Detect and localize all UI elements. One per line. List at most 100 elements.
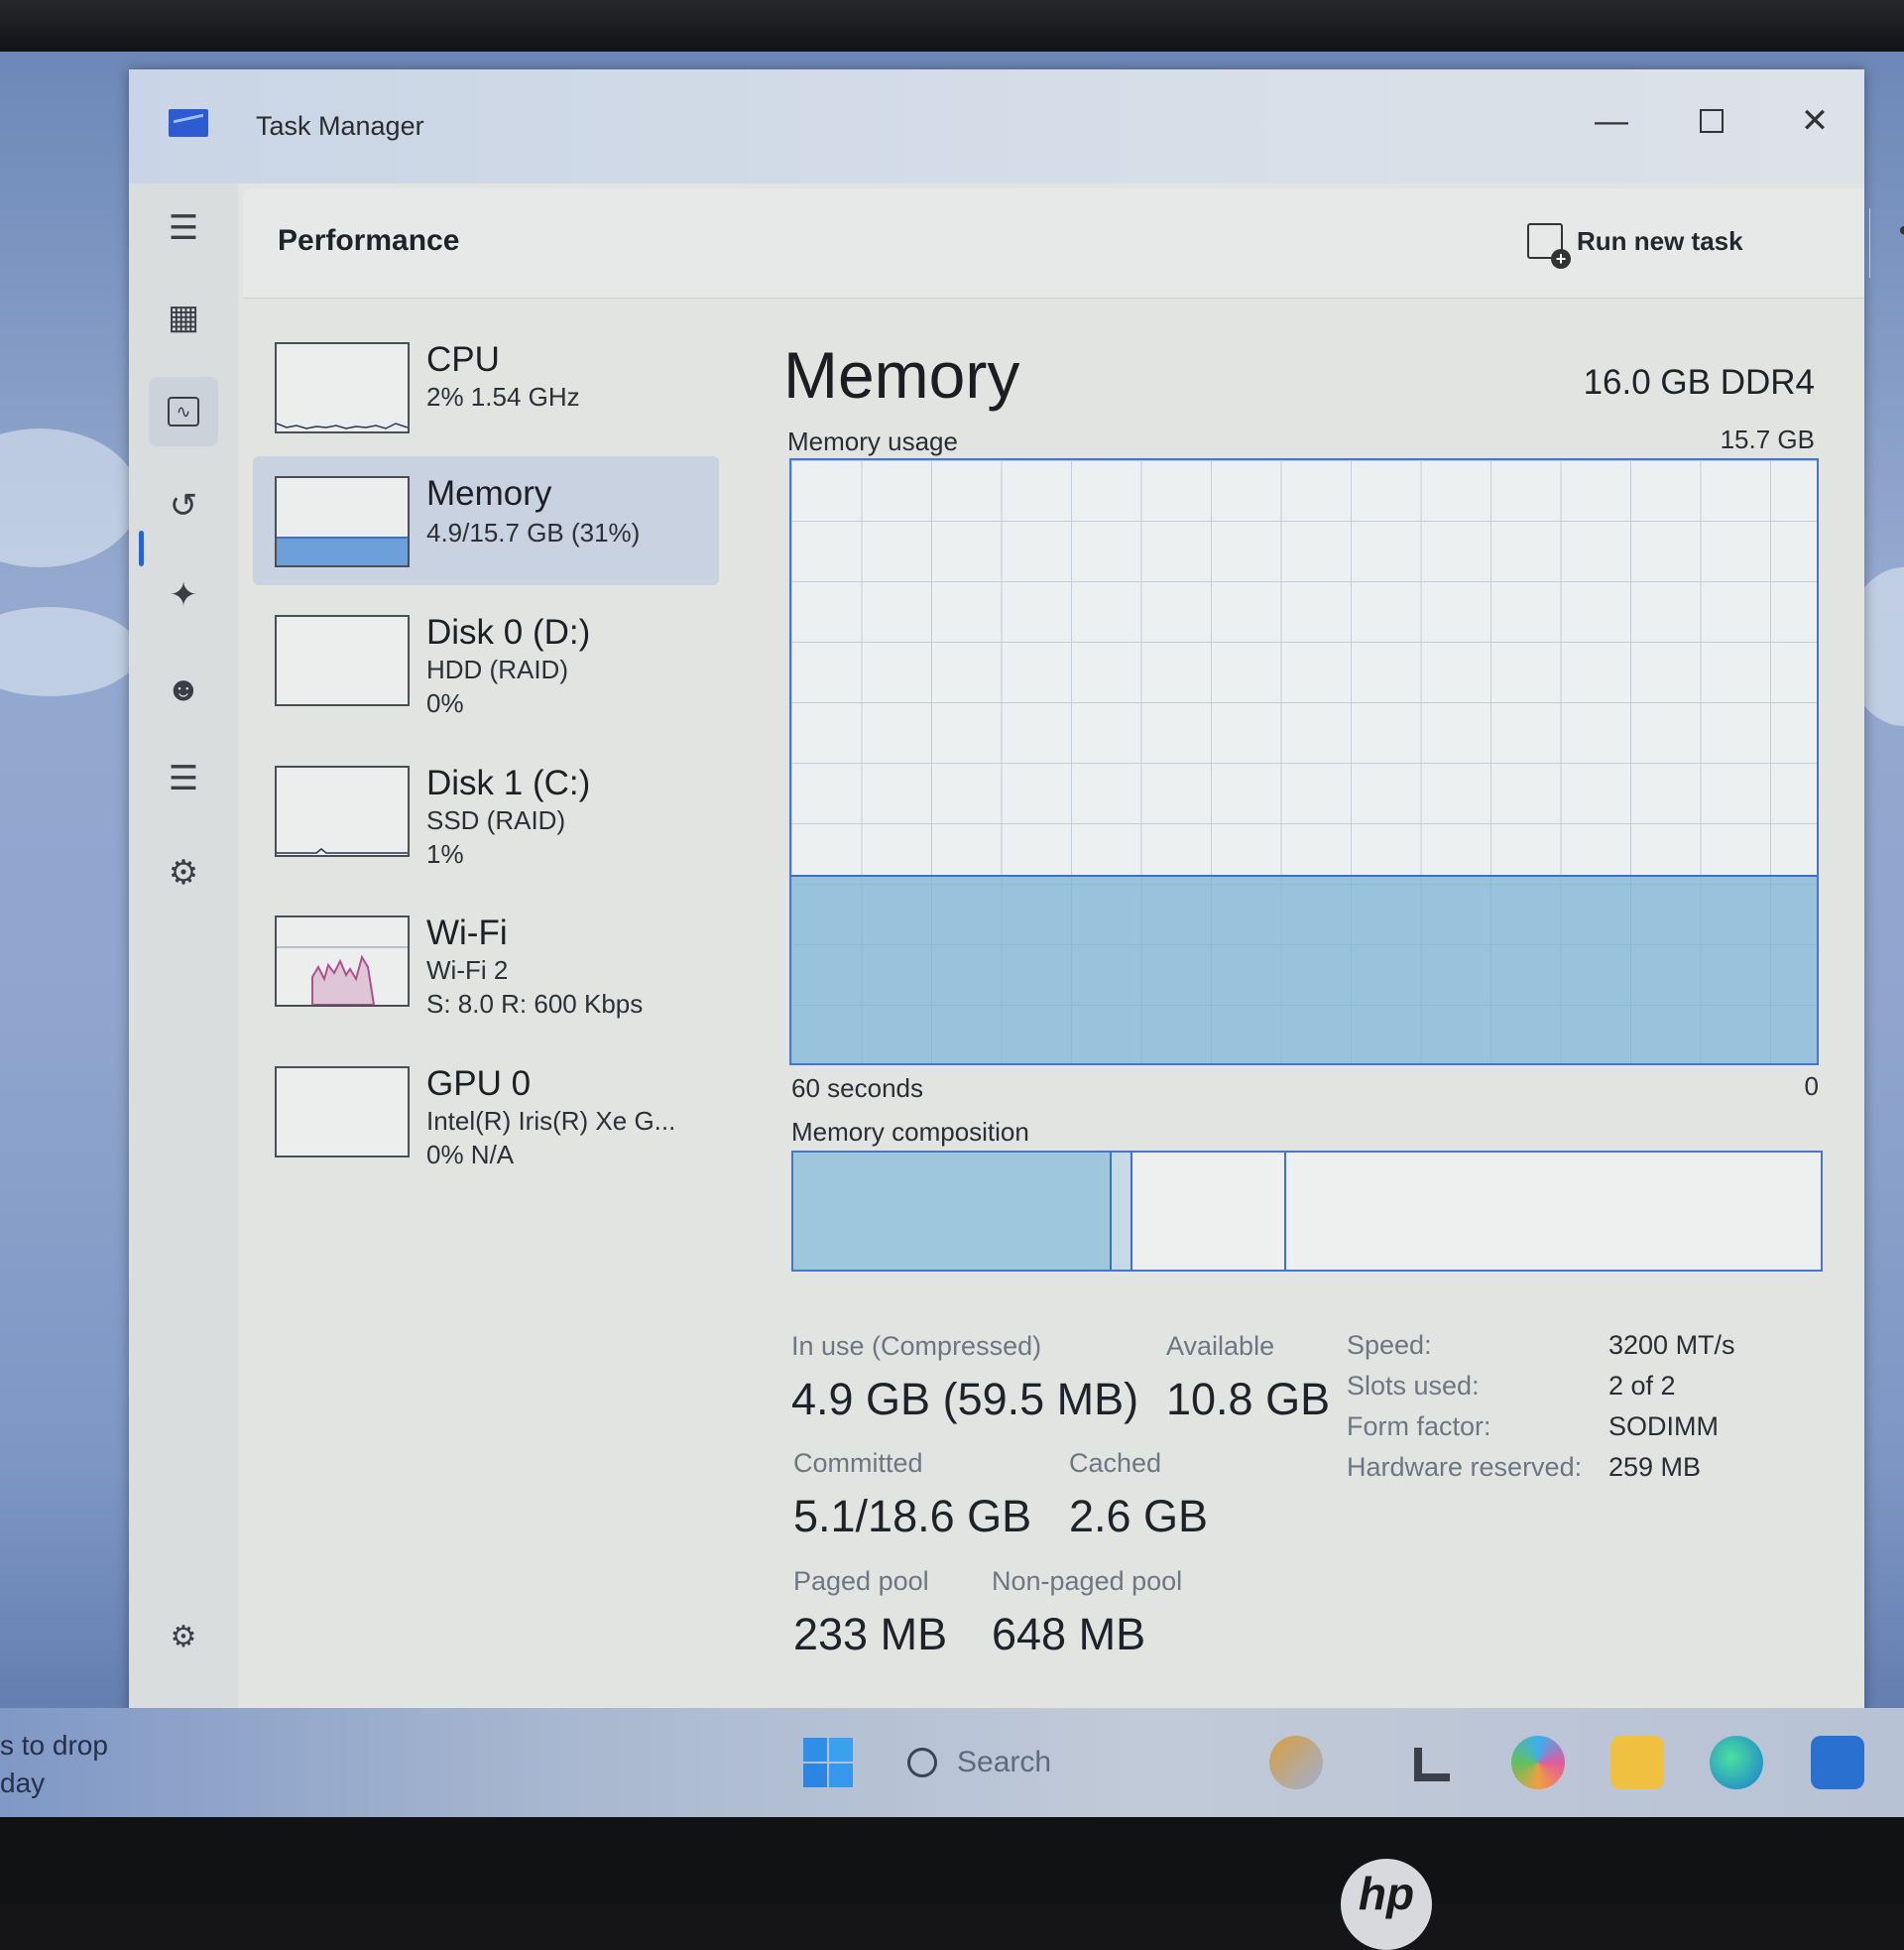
services-icon[interactable]: ⚙ <box>149 838 218 908</box>
screen-bezel-top <box>0 0 1904 52</box>
gpu-graph-thumbnail <box>275 1066 410 1158</box>
slots-used-label: Slots used: <box>1347 1371 1480 1401</box>
memory-thumbnail-fill <box>277 536 408 565</box>
device-memory[interactable]: Memory 4.9/15.7 GB (31%) <box>253 456 719 585</box>
performance-icon[interactable]: ∿ <box>149 377 218 446</box>
maximize-icon <box>1700 109 1724 133</box>
device-name: GPU 0 <box>426 1064 532 1103</box>
paged-pool-value: 233 MB <box>793 1609 948 1659</box>
paged-pool-label: Paged pool <box>793 1566 929 1596</box>
startup-apps-icon[interactable]: ✦ <box>149 560 218 630</box>
device-cpu[interactable]: CPU 2% 1.54 GHz <box>253 322 719 451</box>
taskbar: s to drop day Search <box>0 1708 1904 1817</box>
run-new-task-button[interactable]: Run new task <box>1527 218 1743 269</box>
device-detail: 2% 1.54 GHz <box>426 382 580 412</box>
run-new-task-label: Run new task <box>1577 225 1743 256</box>
minimize-icon: — <box>1595 101 1628 140</box>
maximize-button[interactable] <box>1682 99 1741 143</box>
start-button[interactable] <box>801 1736 855 1789</box>
device-name: CPU <box>426 340 500 379</box>
in-use-value: 4.9 GB (59.5 MB) <box>791 1374 1139 1424</box>
device-detail: SSD (RAID) <box>426 805 566 835</box>
processes-icon[interactable]: ▦ <box>149 283 218 352</box>
disk-0-graph-thumbnail <box>275 615 410 706</box>
disk-1-mini-graph <box>277 848 408 854</box>
memory-graph-thumbnail <box>275 476 410 567</box>
composition-standby[interactable] <box>1132 1153 1287 1270</box>
microsoft-store-icon[interactable] <box>1811 1736 1864 1789</box>
hamburger-icon[interactable]: ☰ <box>149 193 218 263</box>
screen-bezel-bottom <box>0 1817 1904 1904</box>
hardware-reserved-value: 259 MB <box>1608 1452 1702 1482</box>
minimize-button[interactable]: — <box>1582 99 1641 143</box>
memory-usage-max: 15.7 GB <box>1720 425 1815 454</box>
file-explorer-icon[interactable] <box>1610 1736 1664 1789</box>
navigation-sidebar: ☰ ▦ ∿ ↺ ✦ ☻ ☰ ⚙ ⚙ <box>129 183 238 1716</box>
details-icon[interactable]: ☰ <box>149 744 218 813</box>
chart-time-end: 0 <box>1804 1071 1819 1101</box>
notification-text-line2: day <box>0 1767 46 1798</box>
device-usage: 1% <box>426 839 464 869</box>
device-detail: 4.9/15.7 GB (31%) <box>426 518 641 548</box>
device-name: Wi-Fi <box>426 914 508 952</box>
device-disk-1[interactable]: Disk 1 (C:) SSD (RAID) 1% <box>253 746 719 875</box>
form-factor-value: SODIMM <box>1608 1411 1719 1441</box>
device-disk-0[interactable]: Disk 0 (D:) HDD (RAID) 0% <box>253 595 719 724</box>
committed-value: 5.1/18.6 GB <box>793 1491 1032 1541</box>
edge-browser-icon[interactable] <box>1710 1736 1763 1789</box>
device-name: Disk 0 (D:) <box>426 613 591 652</box>
task-view-icon[interactable] <box>1406 1736 1460 1789</box>
device-wifi[interactable]: Wi-Fi Wi-Fi 2 S: 8.0 R: 600 Kbps <box>253 896 719 1025</box>
taskbar-search[interactable]: Search <box>907 1736 1051 1789</box>
page-header: Performance Run new task ••• <box>243 188 1904 299</box>
device-usage: 0% N/A <box>426 1140 515 1169</box>
settings-icon[interactable]: ⚙ <box>149 1602 218 1671</box>
cpu-graph-thumbnail <box>275 342 410 433</box>
header-divider <box>1869 208 1870 278</box>
available-value: 10.8 GB <box>1166 1374 1331 1424</box>
cached-label: Cached <box>1069 1448 1162 1478</box>
detail-title: Memory <box>783 338 1020 412</box>
more-options-button[interactable]: ••• <box>1899 214 1904 248</box>
disk-1-graph-thumbnail <box>275 766 410 857</box>
cpu-mini-graph <box>277 423 408 429</box>
device-name: Disk 1 (C:) <box>426 764 591 802</box>
memory-usage-fill <box>791 874 1817 1063</box>
close-button[interactable]: ✕ <box>1785 99 1844 143</box>
users-icon[interactable]: ☻ <box>149 655 218 724</box>
memory-usage-label: Memory usage <box>787 427 958 456</box>
copilot-icon[interactable] <box>1511 1736 1565 1789</box>
device-name: Memory <box>426 474 552 513</box>
wifi-graph-thumbnail <box>275 915 410 1007</box>
available-label: Available <box>1166 1331 1275 1361</box>
title-bar[interactable]: Task Manager — ✕ <box>129 69 1864 183</box>
composition-in-use[interactable] <box>793 1153 1113 1270</box>
run-task-icon <box>1527 223 1571 269</box>
device-throughput: S: 8.0 R: 600 Kbps <box>426 989 644 1019</box>
search-placeholder: Search <box>957 1746 1052 1778</box>
widgets-icon[interactable] <box>1269 1736 1323 1789</box>
committed-label: Committed <box>793 1448 923 1478</box>
cached-value: 2.6 GB <box>1069 1491 1209 1541</box>
composition-modified[interactable] <box>1112 1153 1132 1270</box>
hp-logo: hp <box>1341 1859 1432 1950</box>
memory-spec: 16.0 GB DDR4 <box>1583 363 1815 402</box>
device-detail: Wi-Fi 2 <box>426 955 509 985</box>
slots-used-value: 2 of 2 <box>1608 1371 1676 1401</box>
window-title: Task Manager <box>256 111 424 141</box>
non-paged-pool-value: 648 MB <box>992 1609 1146 1659</box>
page-title: Performance <box>278 224 460 257</box>
in-use-label: In use (Compressed) <box>791 1331 1042 1361</box>
device-detail: HDD (RAID) <box>426 655 568 684</box>
wifi-mini-graph <box>277 946 408 1005</box>
device-gpu[interactable]: GPU 0 Intel(R) Iris(R) Xe G... 0% N/A <box>253 1046 719 1175</box>
memory-usage-chart <box>789 458 1819 1065</box>
speed-value: 3200 MT/s <box>1608 1330 1735 1360</box>
notification-text-line1: s to drop <box>0 1730 108 1761</box>
speed-label: Speed: <box>1347 1330 1432 1360</box>
active-nav-indicator <box>139 531 144 566</box>
non-paged-pool-label: Non-paged pool <box>992 1566 1183 1596</box>
device-detail: Intel(R) Iris(R) Xe G... <box>426 1106 676 1136</box>
hardware-reserved-label: Hardware reserved: <box>1347 1452 1583 1482</box>
app-history-icon[interactable]: ↺ <box>149 471 218 541</box>
